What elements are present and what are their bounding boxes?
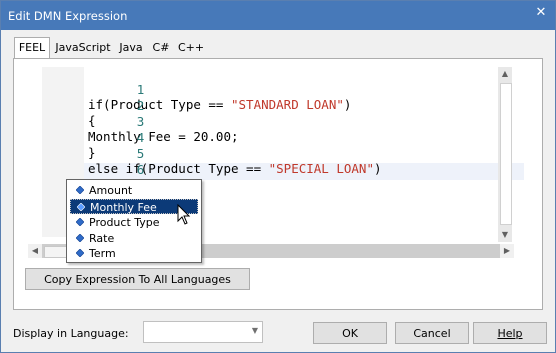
line-number: 3 [136, 114, 145, 129]
vertical-scrollbar[interactable]: ▲ ▼ [498, 67, 512, 242]
blue-diamond-icon [76, 218, 84, 226]
close-icon[interactable]: ✕ [533, 5, 549, 21]
vertical-scroll-thumb[interactable] [500, 83, 512, 225]
blue-diamond-icon [77, 203, 85, 211]
help-button[interactable]: Help [473, 322, 547, 344]
tab-cpp[interactable]: C++ [178, 38, 204, 57]
display-in-language-label: Display in Language: [13, 327, 129, 340]
display-language-combo[interactable]: ▼ [143, 321, 263, 343]
autocomplete-item-label: Amount [89, 184, 133, 197]
code-line: 6 { [42, 147, 144, 192]
line-number: 1 [136, 82, 145, 97]
autocomplete-item-label: Product Type [89, 216, 160, 229]
mouse-pointer-icon [177, 204, 191, 225]
code-line: 7 [42, 164, 145, 194]
tab-java[interactable]: Java [118, 38, 144, 57]
code-text: ) [343, 97, 352, 112]
edit-dmn-expression-dialog: Edit DMN Expression ✕ FEEL JavaScript Ja… [0, 0, 556, 353]
code-line: 5 else if(Product Type == "SPECIAL LOAN"… [42, 131, 382, 176]
code-line: 3 Monthly Fee = 20.00; [42, 99, 239, 144]
tab-csharp[interactable]: C# [150, 38, 172, 57]
chevron-down-icon[interactable]: ▼ [252, 326, 258, 335]
copy-expression-button[interactable]: Copy Expression To All Languages [25, 268, 250, 290]
code-line: 4 } [42, 115, 144, 160]
title-bar[interactable]: Edit DMN Expression ✕ [1, 1, 555, 30]
scroll-left-arrow-icon[interactable]: ◀ [28, 244, 42, 258]
string-literal: "SPECIAL LOAN" [268, 161, 374, 176]
scroll-up-arrow-icon[interactable]: ▲ [498, 67, 512, 81]
code-text: ) [373, 161, 382, 176]
scroll-right-arrow-icon[interactable]: ▶ [500, 244, 514, 258]
autocomplete-item-label: Term [89, 247, 116, 260]
window-title: Edit DMN Expression [8, 9, 128, 23]
autocomplete-item-label: Rate [89, 232, 115, 245]
ok-button[interactable]: OK [313, 322, 387, 344]
tab-javascript[interactable]: JavaScript [53, 38, 113, 57]
autocomplete-item-label: Monthly Fee [90, 201, 157, 214]
blue-diamond-icon [76, 249, 84, 257]
cancel-button[interactable]: Cancel [395, 322, 469, 344]
code-line: 2 { [42, 83, 144, 128]
blue-diamond-icon [76, 234, 84, 242]
line-number: 4 [136, 130, 145, 145]
line-number: 2 [136, 98, 145, 113]
tab-feel[interactable]: FEEL [14, 37, 50, 59]
blue-diamond-icon [76, 186, 84, 194]
code-line: 1 if(Product Type == "STANDARD LOAN") [42, 67, 351, 112]
string-literal: "STANDARD LOAN" [231, 97, 344, 112]
line-number: 6 [136, 162, 145, 177]
scroll-down-arrow-icon[interactable]: ▼ [498, 228, 512, 242]
line-number: 5 [136, 146, 145, 161]
